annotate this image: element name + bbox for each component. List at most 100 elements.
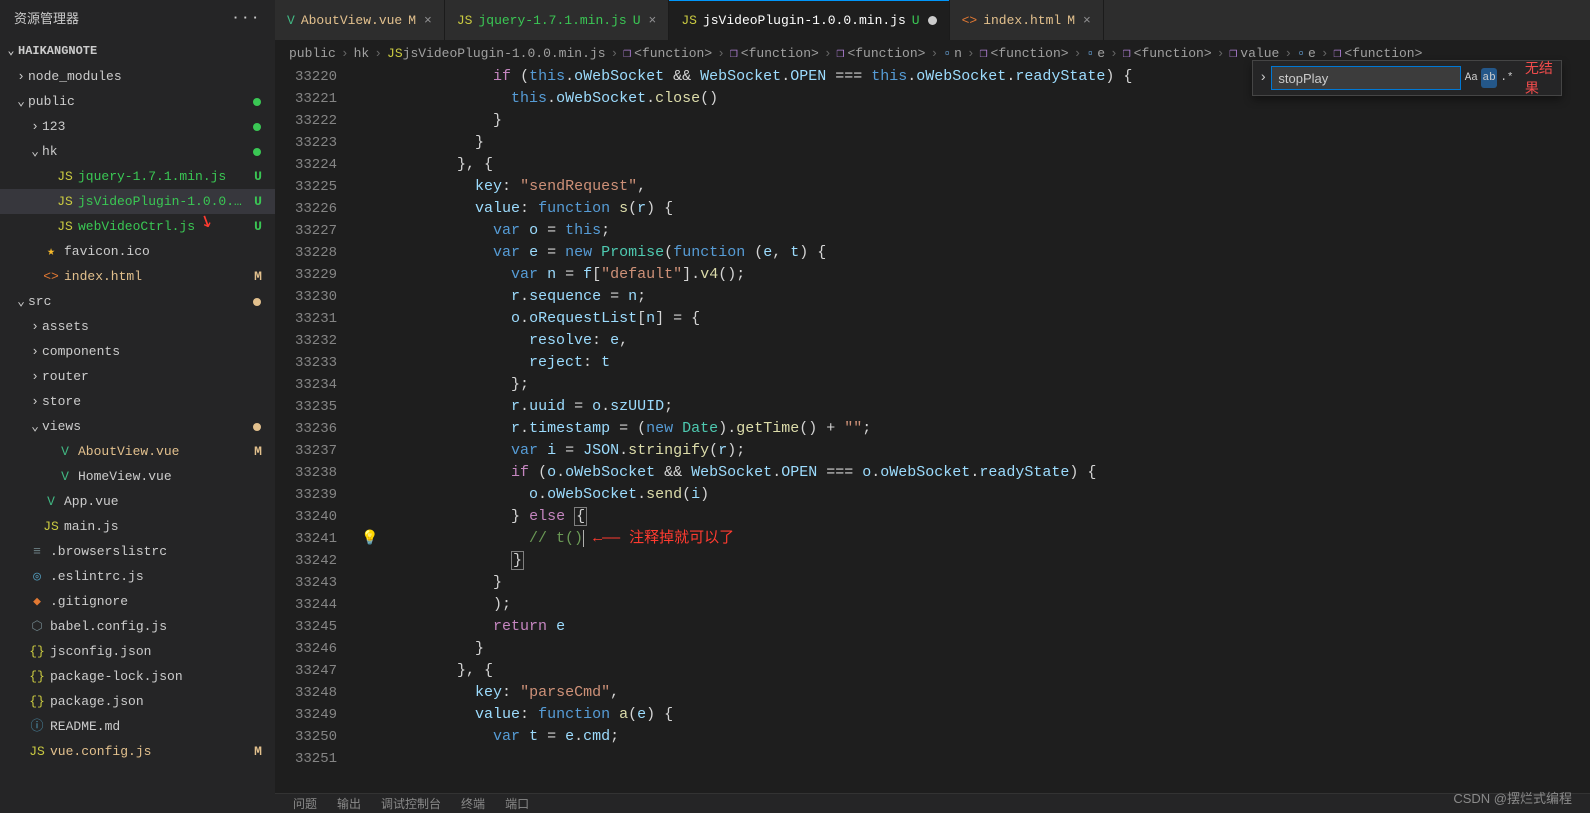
tree-item[interactable]: ›node_modules xyxy=(0,64,275,89)
tree-item[interactable]: ★favicon.ico xyxy=(0,239,275,264)
breadcrumb-item[interactable]: ❒<function> xyxy=(980,46,1069,61)
tree-item[interactable]: JSjsVideoPlugin-1.0.0.min.jsU↘ xyxy=(0,189,275,214)
tree-item[interactable]: VApp.vue xyxy=(0,489,275,514)
tree-item[interactable]: ›store xyxy=(0,389,275,414)
code-line[interactable]: } xyxy=(385,638,1590,660)
tree-item[interactable]: ›123 xyxy=(0,114,275,139)
code-line[interactable]: }, { xyxy=(385,660,1590,682)
tree-item[interactable]: ≡.browserslistrc xyxy=(0,539,275,564)
code-line[interactable]: }, { xyxy=(385,154,1590,176)
code-line[interactable]: var t = e.cmd; xyxy=(385,726,1590,748)
tree-item[interactable]: <>index.htmlM xyxy=(0,264,275,289)
breadcrumb-item[interactable]: ❒<function> xyxy=(1123,46,1212,61)
lightbulb-icon[interactable]: 💡 xyxy=(361,531,378,547)
editor-tab[interactable]: <>index.htmlM× xyxy=(950,0,1104,40)
close-icon[interactable]: × xyxy=(424,13,432,28)
panel-tab[interactable]: 问题 xyxy=(293,795,317,812)
code-line[interactable]: resolve: e, xyxy=(385,330,1590,352)
tree-item[interactable]: {}package-lock.json xyxy=(0,664,275,689)
breadcrumb-item[interactable]: hk xyxy=(354,46,370,61)
breadcrumb-item[interactable]: JS jsVideoPlugin-1.0.0.min.js xyxy=(387,46,605,61)
tree-item[interactable]: VHomeView.vue xyxy=(0,464,275,489)
chevron-icon: › xyxy=(14,64,28,89)
tree-item[interactable]: {}jsconfig.json xyxy=(0,639,275,664)
tree-item[interactable]: ›assets xyxy=(0,314,275,339)
close-icon[interactable]: × xyxy=(649,13,657,28)
code-line[interactable]: var n = f["default"].v4(); xyxy=(385,264,1590,286)
code-line[interactable]: r.timestamp = (new Date).getTime() + ""; xyxy=(385,418,1590,440)
regex-toggle[interactable]: .* xyxy=(1499,68,1515,88)
code-line[interactable]: key: "sendRequest", xyxy=(385,176,1590,198)
panel-tabs[interactable]: 问题 输出 调试控制台 终端 端口 xyxy=(275,793,1590,813)
code-line[interactable]: var o = this; xyxy=(385,220,1590,242)
project-root[interactable]: ⌄ HAIKANGNOTE xyxy=(0,39,275,64)
breadcrumb-item[interactable]: ▫e xyxy=(1086,46,1105,61)
panel-tab[interactable]: 端口 xyxy=(505,795,529,812)
tree-item[interactable]: ›router xyxy=(0,364,275,389)
editor-tab[interactable]: VAboutView.vueM× xyxy=(275,0,445,40)
code-line[interactable]: // t() ←—— 注释掉就可以了 xyxy=(385,528,1590,550)
panel-tab[interactable]: 输出 xyxy=(337,795,361,812)
code-line[interactable]: key: "parseCmd", xyxy=(385,682,1590,704)
code-line[interactable]: r.sequence = n; xyxy=(385,286,1590,308)
tree-item[interactable]: JSvue.config.jsM xyxy=(0,739,275,764)
tree-item[interactable]: JSmain.js xyxy=(0,514,275,539)
breadcrumb-item[interactable]: ❒<function> xyxy=(1334,46,1423,61)
editor-tab[interactable]: JSjquery-1.7.1.min.jsU× xyxy=(445,0,669,40)
tree-item[interactable]: VAboutView.vueM xyxy=(0,439,275,464)
code-line[interactable]: value: function a(e) { xyxy=(385,704,1590,726)
code-line[interactable]: } xyxy=(385,572,1590,594)
line-number: 33245 xyxy=(275,616,337,638)
editor-tab[interactable]: JSjsVideoPlugin-1.0.0.min.jsU xyxy=(669,0,949,40)
line-number: 33235 xyxy=(275,396,337,418)
code-line[interactable]: o.oWebSocket.send(i) xyxy=(385,484,1590,506)
code-line[interactable]: } xyxy=(385,110,1590,132)
symbol-icon: ▫ xyxy=(1086,46,1094,61)
code-line[interactable] xyxy=(385,748,1590,770)
breadcrumb-item[interactable]: public xyxy=(289,46,336,61)
code-line[interactable]: } xyxy=(385,132,1590,154)
find-input[interactable] xyxy=(1271,66,1461,90)
breadcrumb-item[interactable]: ❒<function> xyxy=(730,46,819,61)
match-case-toggle[interactable]: Aa xyxy=(1463,68,1479,88)
code-line[interactable]: var e = new Promise(function (e, t) { xyxy=(385,242,1590,264)
tree-item[interactable]: ⌄views xyxy=(0,414,275,439)
chevron-right-icon[interactable]: › xyxy=(1259,70,1267,86)
tree-item[interactable]: ◆.gitignore xyxy=(0,589,275,614)
breadcrumb-item[interactable]: ❒<function> xyxy=(623,46,712,61)
code-line[interactable]: return e xyxy=(385,616,1590,638)
code-line[interactable]: var i = JSON.stringify(r); xyxy=(385,440,1590,462)
line-number: 33225 xyxy=(275,176,337,198)
breadcrumb-item[interactable]: ▫e xyxy=(1297,46,1316,61)
code-line[interactable]: }; xyxy=(385,374,1590,396)
close-icon[interactable]: × xyxy=(1083,13,1091,28)
panel-tab[interactable]: 终端 xyxy=(461,795,485,812)
tree-item[interactable]: ◎.eslintrc.js xyxy=(0,564,275,589)
tree-item[interactable]: ⌄hk xyxy=(0,139,275,164)
code-line[interactable]: if (o.oWebSocket && WebSocket.OPEN === o… xyxy=(385,462,1590,484)
tree-item[interactable]: JSwebVideoCtrl.jsU xyxy=(0,214,275,239)
find-widget[interactable]: › Aa ab .* 无结果 xyxy=(1252,60,1562,96)
breadcrumb-item[interactable]: ▫n xyxy=(943,46,962,61)
code-line[interactable]: reject: t xyxy=(385,352,1590,374)
code-line[interactable]: o.oRequestList[n] = { xyxy=(385,308,1590,330)
code-editor[interactable]: 3322033221332223322333224332253322633227… xyxy=(275,66,1590,793)
tree-item[interactable]: ⌄public xyxy=(0,89,275,114)
code-line[interactable]: r.uuid = o.szUUID; xyxy=(385,396,1590,418)
tree-item[interactable]: ⬡babel.config.js xyxy=(0,614,275,639)
code-line[interactable]: ); xyxy=(385,594,1590,616)
match-word-toggle[interactable]: ab xyxy=(1481,68,1497,88)
panel-tab[interactable]: 调试控制台 xyxy=(381,795,441,812)
tree-item[interactable]: ›components xyxy=(0,339,275,364)
code-body[interactable]: if (this.oWebSocket && WebSocket.OPEN ==… xyxy=(385,66,1590,793)
code-line[interactable]: value: function s(r) { xyxy=(385,198,1590,220)
breadcrumb-item[interactable]: ❒value xyxy=(1229,46,1279,61)
tree-item[interactable]: ⓘREADME.md xyxy=(0,714,275,739)
explorer-more-icon[interactable]: ··· xyxy=(232,10,261,25)
tree-item[interactable]: JSjquery-1.7.1.min.jsU xyxy=(0,164,275,189)
tree-item[interactable]: {}package.json xyxy=(0,689,275,714)
code-line[interactable]: } else { xyxy=(385,506,1590,528)
tree-item[interactable]: ⌄src xyxy=(0,289,275,314)
breadcrumb-item[interactable]: ❒<function> xyxy=(837,46,926,61)
code-line[interactable]: } xyxy=(385,550,1590,572)
